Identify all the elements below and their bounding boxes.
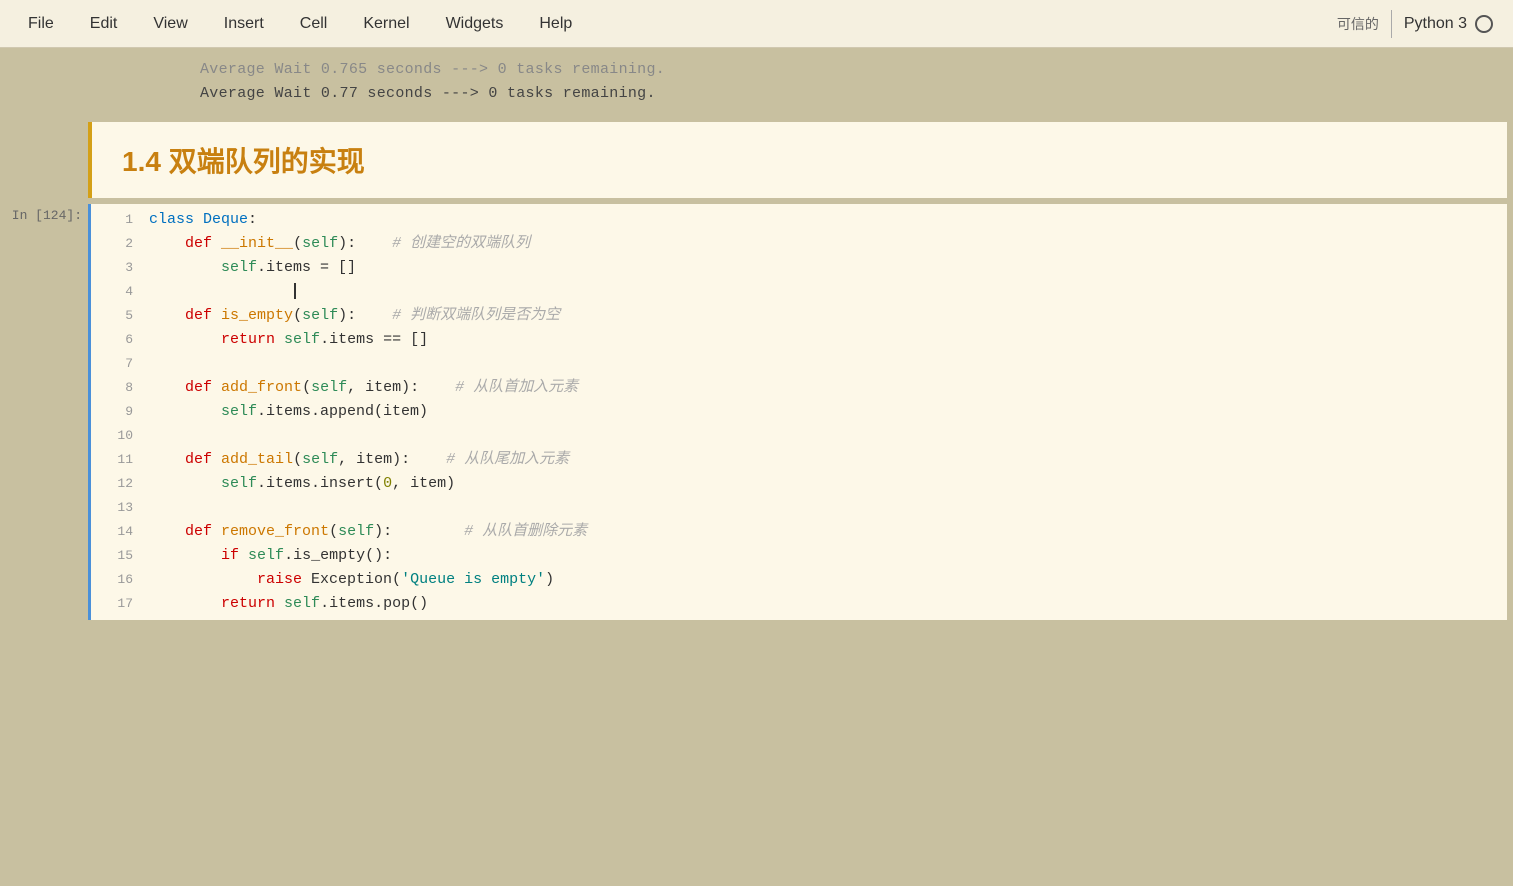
output-area: Average Wait 0.765 seconds ---> 0 tasks … [0,48,1513,116]
code-line-15: 15 if self.is_empty(): [91,544,1507,568]
code-line-17: 17 return self.items.pop() [91,592,1507,616]
output-line-2: Average Wait 0.77 seconds ---> 0 tasks r… [200,82,1493,106]
separator [1391,10,1392,38]
menu-edit[interactable]: Edit [82,11,126,37]
code-line-16: 16 raise Exception('Queue is empty') [91,568,1507,592]
code-line-11: 11 def add_tail(self, item): # 从队尾加入元素 [91,448,1507,472]
menu-kernel[interactable]: Kernel [355,11,417,37]
code-line-6: 6 return self.items == [] [91,328,1507,352]
code-line-1: 1 class Deque: [91,208,1507,232]
menubar: File Edit View Insert Cell Kernel Widget… [0,0,1513,48]
code-line-14: 14 def remove_front(self): # 从队首删除元素 [91,520,1507,544]
menu-help[interactable]: Help [531,11,580,37]
code-cell[interactable]: 1 class Deque: 2 def __init__(self): # 创… [88,204,1507,620]
kernel-name: Python 3 [1404,15,1467,33]
menubar-items: File Edit View Insert Cell Kernel Widget… [0,11,1337,37]
code-line-2: 2 def __init__(self): # 创建空的双端队列 [91,232,1507,256]
heading-cell: 1.4 双端队列的实现 [88,122,1507,198]
code-line-7: 7 [91,352,1507,376]
code-line-13: 13 [91,496,1507,520]
output-line-1: Average Wait 0.765 seconds ---> 0 tasks … [200,58,1493,82]
code-line-4: 4 [91,280,1507,304]
kernel-status-icon [1475,15,1493,33]
menubar-right: 可信的 Python 3 [1337,10,1513,38]
code-line-5: 5 def is_empty(self): # 判断双端队列是否为空 [91,304,1507,328]
cell-label: In [124]: [0,204,88,620]
heading-text: 1.4 双端队列的实现 [122,146,365,177]
menu-file[interactable]: File [20,11,62,37]
menu-cell[interactable]: Cell [292,11,336,37]
kernel-info: Python 3 [1404,15,1493,33]
menu-widgets[interactable]: Widgets [438,11,512,37]
code-line-12: 12 self.items.insert(0, item) [91,472,1507,496]
code-line-3: 3 self.items = [] [91,256,1507,280]
code-line-9: 9 self.items.append(item) [91,400,1507,424]
main-content: Average Wait 0.765 seconds ---> 0 tasks … [0,48,1513,620]
menu-view[interactable]: View [145,11,195,37]
trusted-label: 可信的 [1337,14,1379,34]
code-line-8: 8 def add_front(self, item): # 从队首加入元素 [91,376,1507,400]
code-cell-wrapper: In [124]: 1 class Deque: 2 def __init__(… [0,204,1513,620]
menu-insert[interactable]: Insert [216,11,272,37]
code-line-10: 10 [91,424,1507,448]
